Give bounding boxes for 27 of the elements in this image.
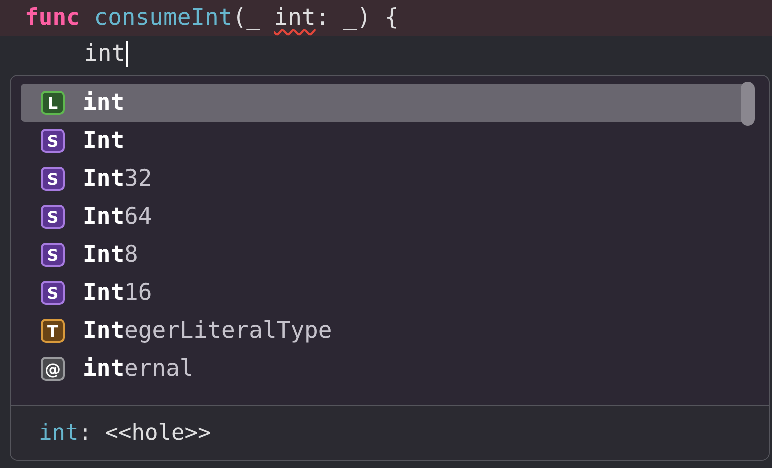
completion-item[interactable]: S Int16	[21, 274, 745, 312]
code-line: int	[83, 40, 129, 69]
completion-label: Int	[83, 128, 125, 154]
completion-label: int	[83, 90, 125, 116]
symbol-kind-icon: S	[41, 281, 65, 305]
completion-item[interactable]: S Int	[21, 122, 745, 160]
symbol-kind-icon: S	[41, 129, 65, 153]
symbol-kind-icon: L	[41, 91, 65, 115]
completion-label: internal	[83, 356, 194, 382]
completion-label: Int32	[83, 166, 152, 192]
symbol-kind-icon: S	[41, 205, 65, 229]
symbol-kind-icon: S	[41, 167, 65, 191]
completion-label: Int16	[83, 280, 152, 306]
completion-label: Int8	[83, 242, 138, 268]
symbol-kind-icon: @	[41, 357, 65, 381]
symbol-kind-icon: S	[41, 243, 65, 267]
completion-label: IntegerLiteralType	[83, 318, 332, 344]
signature-text: int: <<hole>>	[39, 420, 212, 446]
completion-item[interactable]: S Int64	[21, 198, 745, 236]
symbol-kind-icon: T	[41, 319, 65, 343]
scrollbar-thumb[interactable]	[741, 82, 755, 126]
completion-label: Int64	[83, 204, 152, 230]
completion-item[interactable]: L int	[21, 84, 745, 122]
completion-item[interactable]: S Int32	[21, 160, 745, 198]
completion-item[interactable]: @ internal	[21, 350, 745, 388]
completion-item[interactable]: T IntegerLiteralType	[21, 312, 745, 350]
completion-item[interactable]: S Int8	[21, 236, 745, 274]
